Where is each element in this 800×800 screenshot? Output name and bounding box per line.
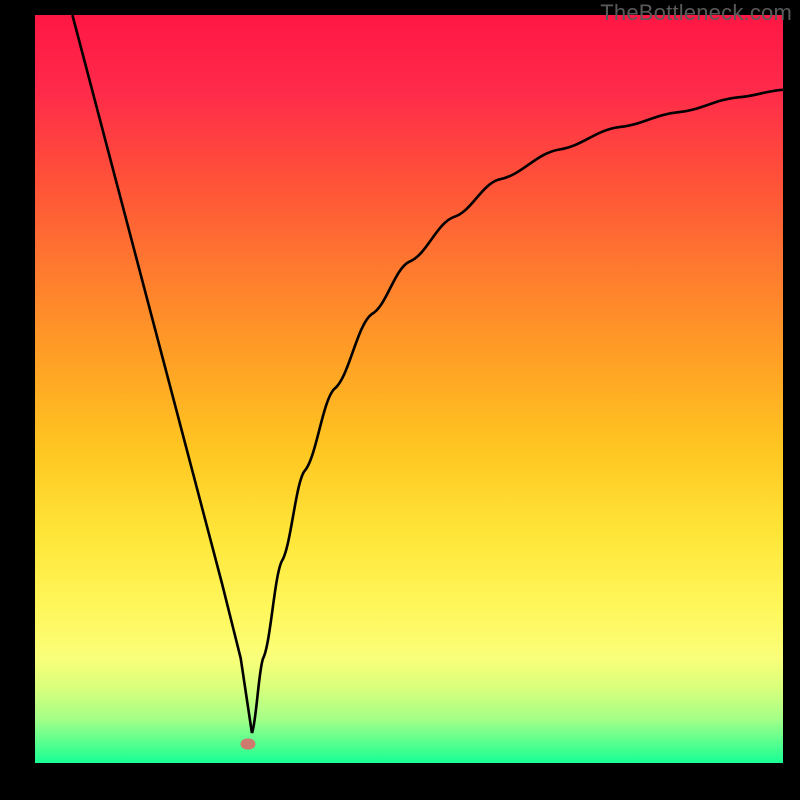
curve-svg [35,15,783,763]
bottleneck-marker [241,739,256,750]
curve-left [72,15,252,733]
chart-frame: TheBottleneck.com [0,0,800,800]
watermark-text: TheBottleneck.com [600,0,792,26]
curve-right [252,90,783,733]
plot-area [35,15,783,763]
